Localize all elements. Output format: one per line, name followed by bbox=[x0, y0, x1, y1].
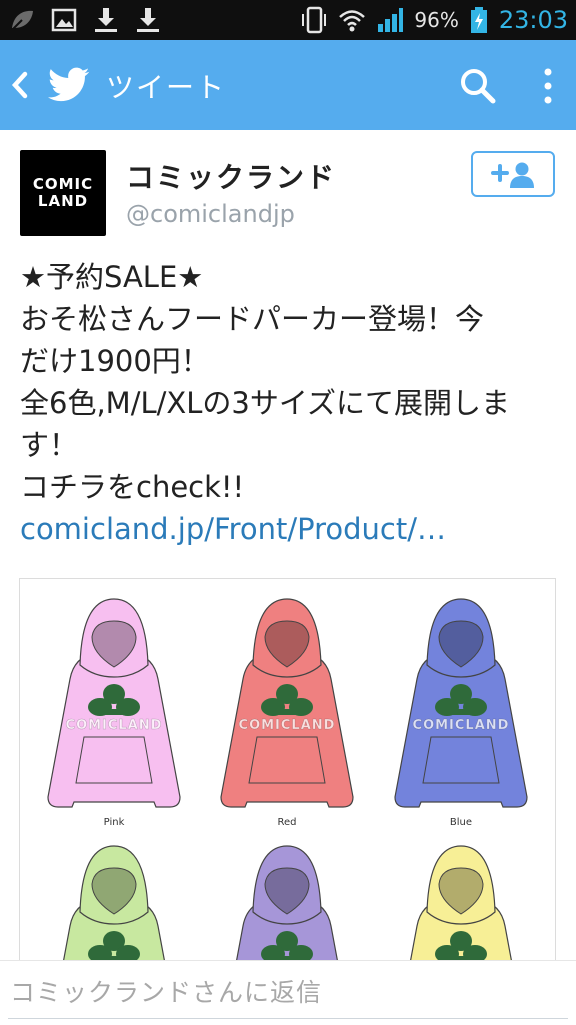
tweet-line: 全6色,M/L/XLの3サイズにて展開しま bbox=[20, 386, 510, 420]
reply-bar[interactable]: コミックランドさんに返信 bbox=[0, 960, 576, 1025]
tweet-line: す！ bbox=[20, 428, 79, 462]
reply-underline bbox=[8, 1018, 568, 1019]
hoodie-color-label: Pink bbox=[104, 817, 125, 828]
hoodie-item: COMICLAND bbox=[406, 845, 516, 977]
battery-charging-icon bbox=[470, 7, 487, 33]
hoodie-item: COMICLAND bbox=[232, 845, 342, 977]
image-notification-icon bbox=[51, 8, 77, 32]
battery-percent: 96% bbox=[414, 8, 459, 32]
status-bar: 96% 23:03 bbox=[0, 0, 576, 40]
hoodie-item: COMICLAND bbox=[220, 598, 354, 808]
tweet-line: おそ松さんフードパーカー登場！今 bbox=[20, 302, 485, 336]
tweet-text: ★予約SALE★ おそ松さんフードパーカー登場！今 だけ1900円！ 全6色,M… bbox=[20, 256, 560, 550]
download-icon bbox=[95, 8, 117, 32]
back-chevron-icon[interactable] bbox=[10, 70, 30, 100]
watermark-text: COMICLAND bbox=[66, 718, 163, 733]
avatar[interactable]: COMIC LAND bbox=[20, 150, 106, 236]
twitter-bird-icon[interactable] bbox=[48, 65, 90, 105]
hoodie-color-label: Blue bbox=[450, 817, 472, 828]
reply-input[interactable]: コミックランドさんに返信 bbox=[10, 973, 322, 1009]
hoodie-item: COMICLAND bbox=[47, 598, 181, 808]
tweet-line: ★予約SALE★ bbox=[20, 260, 204, 294]
hoodie-color-label: Red bbox=[278, 817, 297, 828]
search-icon[interactable] bbox=[458, 66, 498, 106]
overflow-menu-icon[interactable] bbox=[536, 64, 560, 108]
tweet-line: コチラをcheck!! bbox=[20, 470, 245, 504]
leaf-notification-icon bbox=[11, 10, 33, 31]
hoodie-item: COMICLAND bbox=[59, 845, 169, 977]
download-icon bbox=[137, 8, 159, 32]
screen-title: ツイート bbox=[106, 71, 227, 104]
tweet-media-image[interactable]: COMICLAND Pink COMICLAND Red COMICLAND Blue CO… bbox=[19, 578, 556, 978]
watermark-text: COMICLAND bbox=[239, 718, 336, 733]
follow-button[interactable] bbox=[471, 151, 555, 197]
tweet-line: だけ1900円！ bbox=[20, 344, 210, 378]
wifi-icon bbox=[339, 10, 366, 32]
app-bar: ツイート bbox=[0, 40, 576, 130]
clock: 23:03 bbox=[498, 6, 568, 34]
watermark-text: COMICLAND bbox=[413, 718, 510, 733]
hoodie-item: COMICLAND bbox=[394, 598, 528, 808]
hoodie-grid: COMICLAND Pink COMICLAND Red COMICLAND Blue CO… bbox=[47, 598, 528, 977]
vibrate-icon bbox=[302, 6, 327, 34]
user-handle[interactable]: @comiclandjp bbox=[126, 200, 295, 228]
avatar-logo-line1: COMIC bbox=[32, 175, 94, 193]
display-name[interactable]: コミックランド bbox=[126, 156, 336, 196]
avatar-logo-line2: LAND bbox=[37, 192, 89, 210]
signal-icon bbox=[378, 8, 404, 32]
tweet-link[interactable]: comicland.jp/Front/Product/… bbox=[20, 508, 560, 550]
add-user-icon bbox=[491, 162, 534, 188]
